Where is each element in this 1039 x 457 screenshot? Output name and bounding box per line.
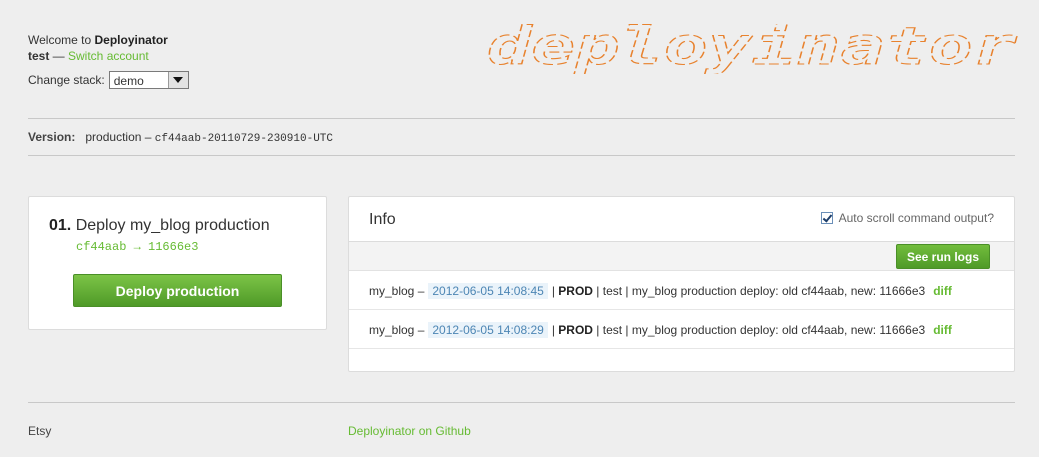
github-link[interactable]: Deployinator on Github <box>348 424 471 438</box>
welcome-text: Welcome to Deployinator <box>28 33 168 47</box>
version-env: production – <box>85 130 152 144</box>
switch-account-link[interactable]: Switch account <box>68 49 149 63</box>
deploy-shas: cf44aab → 11666e3 <box>76 240 198 254</box>
log-message: | test | my_blog production deploy: old … <box>596 322 926 337</box>
stack-row: Change stack: demo <box>28 71 189 89</box>
info-title: Info <box>369 211 396 228</box>
app-name: Deployinator <box>94 33 168 47</box>
sha-to: 11666e3 <box>148 240 199 254</box>
log-message: | test | my_blog production deploy: old … <box>596 283 926 298</box>
version-line: Version: production – cf44aab-20110729-2… <box>28 130 333 146</box>
log-row: my_blog – 2012-06-05 14:08:45 | PROD | t… <box>349 272 1014 310</box>
logo-text: deployinator <box>487 24 1018 74</box>
log-row: my_blog – 2012-06-05 14:08:29 | PROD | t… <box>349 311 1014 349</box>
deploy-title-text: Deploy my_blog production <box>75 217 270 234</box>
separator: — <box>49 49 69 63</box>
autoscroll-option[interactable]: Auto scroll command output? <box>820 211 994 225</box>
divider <box>28 118 1015 119</box>
diff-link[interactable]: diff <box>933 284 952 298</box>
log-app: my_blog – <box>369 322 425 337</box>
change-stack-label: Change stack: <box>28 73 105 87</box>
log-timestamp: 2012-06-05 14:08:45 <box>428 282 548 299</box>
deploy-card: 01. Deploy my_blog production cf44aab → … <box>28 196 327 330</box>
chevron-down-icon[interactable] <box>167 72 188 88</box>
log-sep: | <box>551 322 555 337</box>
divider <box>28 402 1015 403</box>
log-env: PROD <box>558 283 593 298</box>
log-timestamp: 2012-06-05 14:08:29 <box>428 321 548 338</box>
welcome-prefix: Welcome to <box>28 33 92 47</box>
username: test <box>28 49 50 63</box>
log-env: PROD <box>558 322 593 337</box>
sha-from: cf44aab <box>76 240 127 254</box>
autoscroll-checkbox[interactable] <box>820 212 833 224</box>
see-run-logs-button[interactable]: See run logs <box>896 244 990 269</box>
footer-company: Etsy <box>28 424 52 438</box>
deploy-title: 01. Deploy my_blog production <box>49 217 270 235</box>
log-sep: | <box>551 283 555 298</box>
info-panel: Info Auto scroll command output? See run… <box>348 196 1015 372</box>
deploy-production-button[interactable]: Deploy production <box>73 274 282 307</box>
divider <box>28 155 1015 156</box>
stack-select-value: demo <box>113 74 144 88</box>
stack-select[interactable]: demo <box>108 71 189 89</box>
log-app: my_blog – <box>369 283 425 298</box>
account-line: test — Switch account <box>28 49 149 63</box>
diff-link[interactable]: diff <box>933 323 952 337</box>
deployinator-logo: deployinator <box>486 24 1018 74</box>
arrow-right-icon: → <box>133 240 141 254</box>
autoscroll-label: Auto scroll command output? <box>838 211 994 225</box>
version-value: cf44aab-20110729-230910-UTC <box>154 133 333 145</box>
deploy-number: 01. <box>49 217 72 234</box>
version-label: Version: <box>28 130 76 144</box>
